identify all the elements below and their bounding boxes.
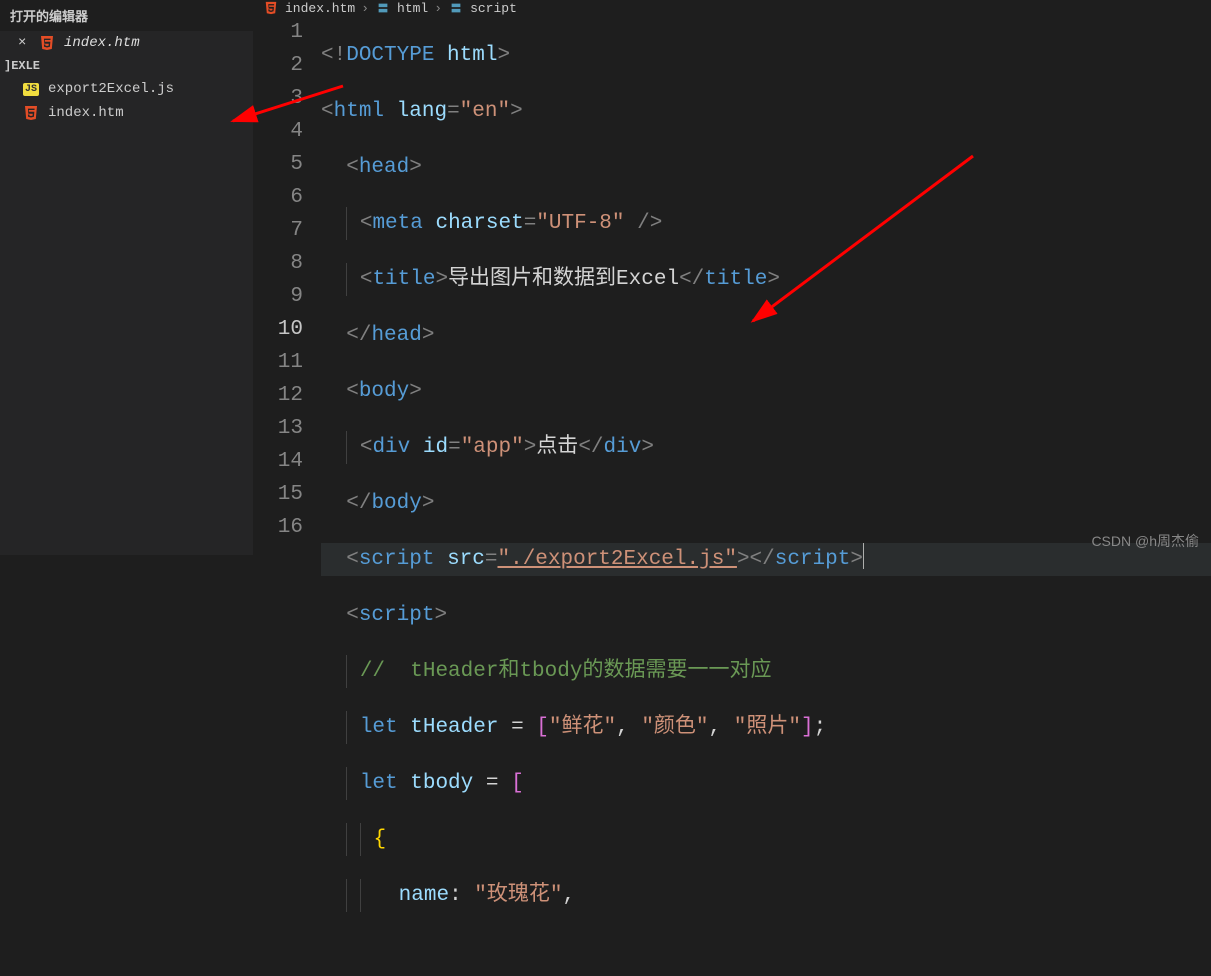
- sidebar: 打开的编辑器 × index.htm ]EXLE JS export2Excel…: [0, 0, 253, 555]
- workspace-header[interactable]: ]EXLE: [0, 55, 253, 77]
- open-editors-header[interactable]: 打开的编辑器: [0, 0, 253, 31]
- text-cursor: [863, 543, 864, 569]
- close-icon[interactable]: ×: [18, 35, 30, 51]
- explorer-file-htm[interactable]: index.htm: [0, 101, 253, 125]
- breadcrumb-item[interactable]: script: [470, 1, 517, 16]
- code-editor[interactable]: 1 2 3 4 5 6 7 8 9 10 11 12 13 14 15 16 <…: [253, 16, 1211, 958]
- chevron-right-icon: ›: [434, 1, 442, 16]
- block-icon: [375, 0, 391, 16]
- html5-icon: [38, 35, 56, 51]
- breadcrumb-item[interactable]: html: [397, 1, 428, 16]
- file-label: index.htm: [48, 105, 124, 121]
- html5-icon: [22, 105, 40, 121]
- chevron-right-icon: ›: [361, 1, 369, 16]
- breadcrumb-item[interactable]: index.htm: [285, 1, 355, 16]
- code-content[interactable]: <!DOCTYPE html> <html lang="en"> <head> …: [321, 16, 1211, 958]
- block-icon: [448, 0, 464, 16]
- html5-icon: [263, 0, 279, 16]
- watermark: CSDN @h周杰偷: [1091, 531, 1199, 551]
- open-editor-label: index.htm: [64, 35, 140, 51]
- explorer-file-js[interactable]: JS export2Excel.js: [0, 77, 253, 101]
- js-icon: JS: [22, 83, 40, 96]
- editor-main: index.htm › html › script 1 2 3 4 5 6 7 …: [253, 0, 1211, 555]
- breadcrumb[interactable]: index.htm › html › script: [253, 0, 1211, 16]
- file-label: export2Excel.js: [48, 81, 174, 97]
- open-editor-file[interactable]: × index.htm: [0, 31, 253, 55]
- line-gutter: 1 2 3 4 5 6 7 8 9 10 11 12 13 14 15 16: [253, 16, 321, 958]
